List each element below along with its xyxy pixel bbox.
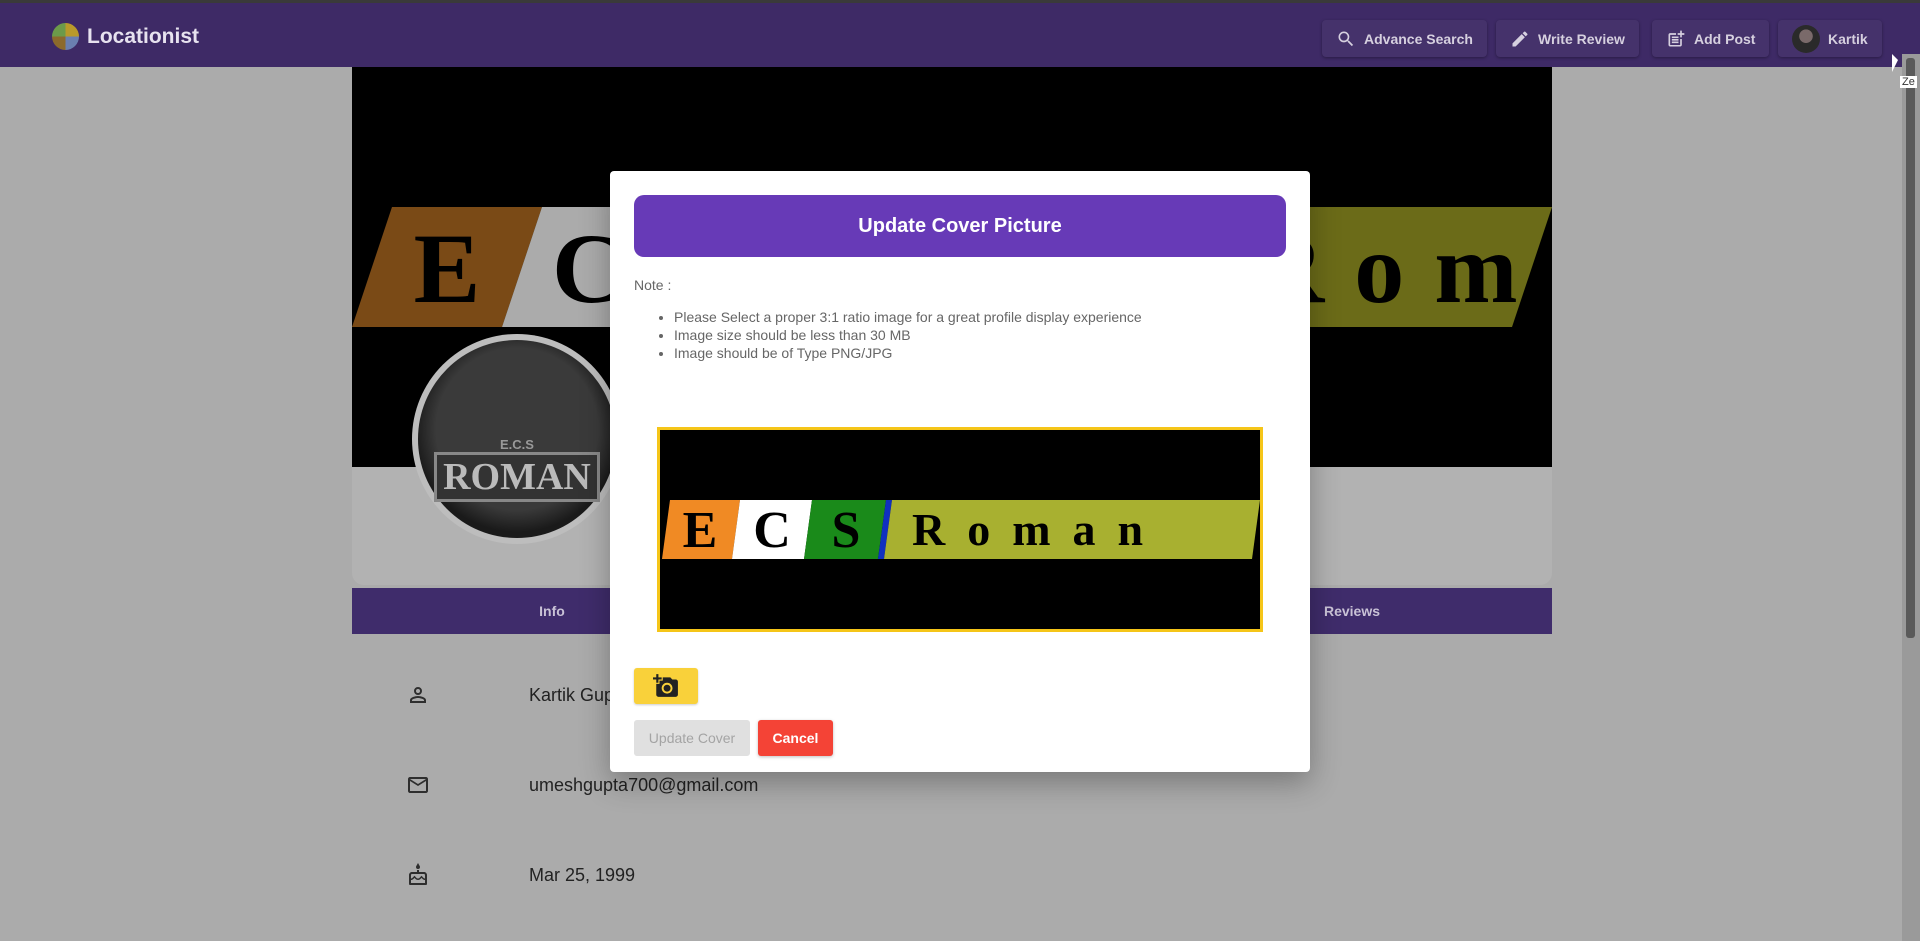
advance-search-button[interactable]: Advance Search <box>1322 20 1487 57</box>
dialog-title: Update Cover Picture <box>634 195 1286 257</box>
add-post-button[interactable]: Add Post <box>1652 20 1770 57</box>
mouse-cursor <box>1892 54 1898 72</box>
profile-avatar[interactable]: E.C.S ROMAN <box>412 334 622 544</box>
update-cover-button[interactable]: Update Cover <box>634 720 750 756</box>
preview-letter-s: S <box>832 502 861 559</box>
note-label: Note : <box>634 277 672 293</box>
add-post-label: Add Post <box>1694 30 1756 47</box>
scrollbar-thumb[interactable] <box>1906 58 1915 638</box>
search-icon <box>1338 31 1354 46</box>
cover-preview-image: E C S Roman <box>657 427 1263 632</box>
preview-word-roman: Roman <box>912 504 1165 555</box>
preview-letter-e: E <box>683 502 718 559</box>
write-review-button[interactable]: Write Review <box>1496 20 1639 57</box>
info-name-value: Kartik Gup <box>529 684 615 705</box>
brand[interactable]: Locationist <box>52 23 199 50</box>
info-email-value: umeshgupta700@gmail.com <box>529 774 759 795</box>
update-cover-dialog: Update Cover Picture Note : Please Selec… <box>610 171 1310 772</box>
write-review-label: Write Review <box>1538 30 1625 47</box>
avatar-text-roman: ROMAN <box>434 451 600 502</box>
user-menu-button[interactable]: Kartik <box>1778 20 1882 57</box>
preview-letter-c: C <box>753 502 791 559</box>
cover-preview-art: E C S Roman <box>660 430 1260 629</box>
cover-letter-e: E <box>414 213 481 324</box>
brand-logo-icon <box>52 23 79 50</box>
profile-avatar-image: E.C.S ROMAN <box>418 340 616 538</box>
choose-image-button[interactable] <box>634 668 698 704</box>
advance-search-label: Advance Search <box>1364 30 1473 47</box>
user-name: Kartik <box>1828 30 1868 47</box>
post-add-icon <box>1668 30 1685 46</box>
pencil-icon <box>1512 30 1528 46</box>
note-item: Image should be of Type PNG/JPG <box>674 344 1142 362</box>
person-icon <box>410 687 426 703</box>
tooltip: Ze <box>1900 76 1917 88</box>
note-list: Please Select a proper 3:1 ratio image f… <box>674 308 1142 362</box>
avatar-text-ecs: E.C.S <box>500 436 534 452</box>
add-camera-icon <box>653 674 678 697</box>
app-name: Locationist <box>87 24 200 48</box>
top-app-bar: Locationist Advance Search Write Review … <box>0 0 1920 67</box>
info-birthday-value: Mar 25, 1999 <box>529 864 636 885</box>
note-item: Image size should be less than 30 MB <box>674 326 1142 344</box>
cake-icon <box>409 863 427 885</box>
user-avatar <box>1792 24 1820 53</box>
page-scrollbar[interactable] <box>1902 54 1920 941</box>
note-item: Please Select a proper 3:1 ratio image f… <box>674 308 1142 326</box>
cancel-button[interactable]: Cancel <box>758 720 833 756</box>
mail-icon <box>408 777 428 793</box>
